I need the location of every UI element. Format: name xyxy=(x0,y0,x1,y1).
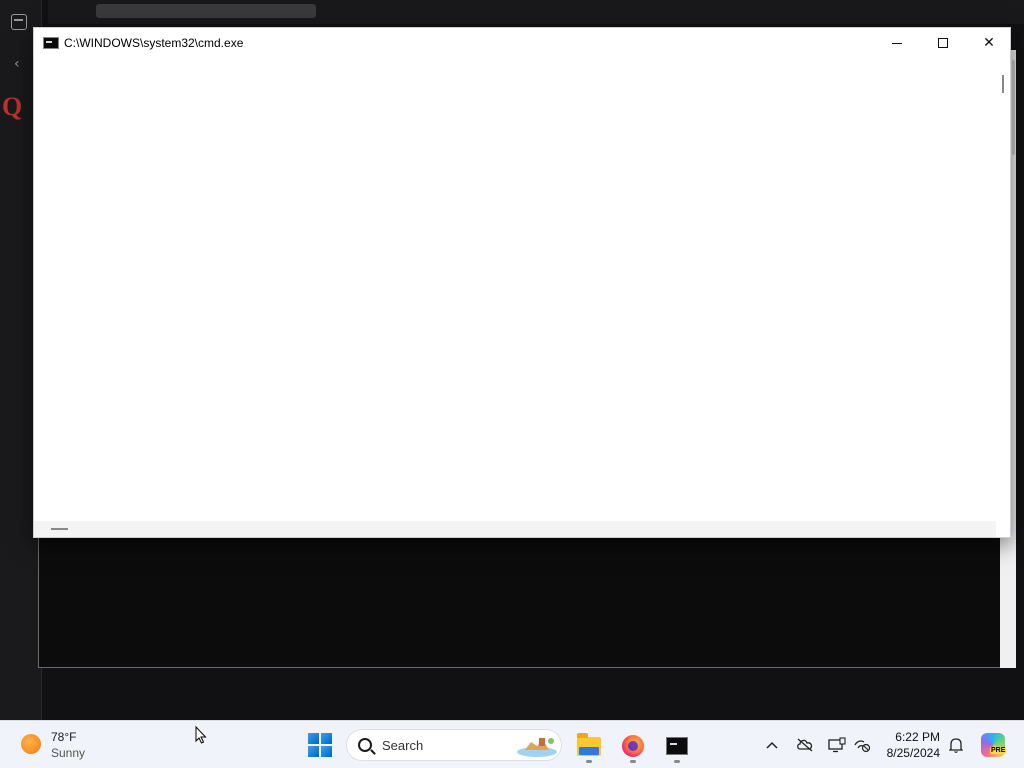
close-icon: ✕ xyxy=(983,35,995,51)
sun-icon xyxy=(21,734,41,754)
chevron-up-icon xyxy=(766,741,778,749)
windows-logo-tile xyxy=(321,746,332,757)
app-running-indicator xyxy=(674,760,680,763)
display-settings-button[interactable] xyxy=(827,735,847,755)
onedrive-status-button[interactable] xyxy=(795,735,815,755)
console-output-area[interactable] xyxy=(38,538,1000,668)
cmd-vertical-scrollbar-thumb[interactable] xyxy=(1002,75,1004,93)
bell-icon xyxy=(949,738,963,753)
taskbar-app-cmd[interactable] xyxy=(659,729,695,763)
network-status-button[interactable] xyxy=(852,735,872,755)
weather-temperature: 78°F xyxy=(51,730,77,744)
cmd-window-title: C:\WINDOWS\system32\cmd.exe xyxy=(64,36,244,50)
monitor-icon xyxy=(828,737,846,753)
maximize-icon xyxy=(938,38,948,48)
background-titlebar xyxy=(48,0,1024,24)
console-scrollbar-thumb[interactable] xyxy=(1012,60,1015,155)
cloud-offline-icon xyxy=(797,738,813,752)
search-icon xyxy=(358,738,372,752)
windows-logo-tile xyxy=(308,746,319,757)
background-title-text xyxy=(96,4,316,18)
network-disconnected-icon xyxy=(854,740,871,753)
clock-time: 6:22 PM xyxy=(895,730,940,744)
app-running-indicator xyxy=(586,760,592,763)
taskbar-search-box[interactable]: Search xyxy=(346,729,562,761)
taskbar-app-file-explorer[interactable] xyxy=(571,729,607,763)
cmd-icon xyxy=(666,737,688,755)
app-running-indicator xyxy=(630,760,636,763)
show-hidden-icons-button[interactable] xyxy=(762,735,782,755)
cmd-vertical-scrollbar[interactable] xyxy=(996,58,1010,521)
clock-date: 8/25/2024 xyxy=(886,746,940,760)
mouse-cursor-icon xyxy=(195,726,207,744)
maximize-button[interactable] xyxy=(920,28,966,58)
windows-logo-tile xyxy=(308,733,319,744)
taskbar: 78°F Sunny Search 6:22 PM 8/25/2024 PRE xyxy=(0,720,1024,768)
cmd-content-area[interactable] xyxy=(34,58,996,521)
search-highlight-icon xyxy=(517,738,557,757)
close-button[interactable]: ✕ xyxy=(966,28,1012,58)
search-label: Search xyxy=(382,738,424,753)
taskbar-app-firefox[interactable] xyxy=(615,729,651,763)
back-arrow-icon[interactable]: ‹ xyxy=(14,56,20,72)
app-logo-icon: Q xyxy=(2,92,23,121)
start-button[interactable] xyxy=(308,733,332,757)
minimize-icon xyxy=(892,42,902,44)
cmd-app-icon[interactable] xyxy=(43,37,59,49)
cmd-titlebar[interactable]: C:\WINDOWS\system32\cmd.exe ✕ xyxy=(34,28,1010,58)
notifications-button[interactable] xyxy=(946,735,966,755)
folder-icon xyxy=(577,732,601,756)
copilot-preview-badge: PRE xyxy=(990,747,1007,754)
windows-logo-tile xyxy=(321,733,332,744)
cmd-horizontal-scrollbar[interactable] xyxy=(34,521,996,537)
cmd-horizontal-scrollbar-thumb[interactable] xyxy=(51,528,68,530)
weather-condition: Sunny xyxy=(51,746,86,760)
tabs-icon[interactable] xyxy=(11,14,27,30)
cmd-window[interactable]: C:\WINDOWS\system32\cmd.exe ✕ xyxy=(33,27,1011,538)
firefox-icon xyxy=(622,735,644,757)
minimize-button[interactable] xyxy=(874,28,920,58)
